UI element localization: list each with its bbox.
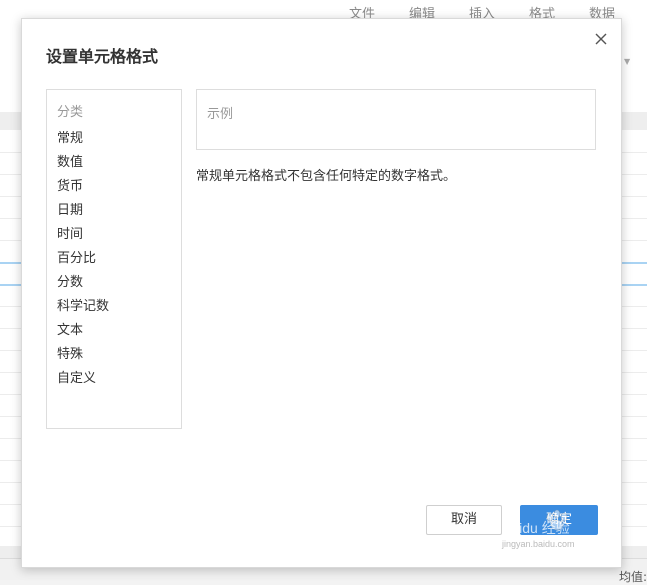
- category-list: 常规 数值 货币 日期 时间 百分比 分数 科学记数 文本 特殊 自定义: [57, 129, 109, 393]
- category-panel: 分类 常规 数值 货币 日期 时间 百分比 分数 科学记数 文本 特殊 自定义: [46, 89, 182, 429]
- dialog-overlay: 设置单元格格式 分类 常规 数值 货币 日期 时间 百分比 分数 科学记数 文本…: [0, 0, 647, 579]
- category-item-general[interactable]: 常规: [57, 129, 109, 153]
- cancel-button[interactable]: 取消: [426, 505, 502, 535]
- category-item-special[interactable]: 特殊: [57, 345, 109, 369]
- category-item-currency[interactable]: 货币: [57, 177, 109, 201]
- category-item-text[interactable]: 文本: [57, 321, 109, 345]
- category-item-fraction[interactable]: 分数: [57, 273, 109, 297]
- category-item-percentage[interactable]: 百分比: [57, 249, 109, 273]
- dialog-title: 设置单元格格式: [46, 47, 159, 66]
- category-header: 分类: [57, 105, 84, 120]
- category-item-time[interactable]: 时间: [57, 225, 109, 249]
- preview-box: 示例: [196, 89, 596, 150]
- format-description: 常规单元格格式不包含任何特定的数字格式。: [196, 169, 457, 184]
- close-icon[interactable]: [593, 31, 609, 47]
- format-cells-dialog: 设置单元格格式 分类 常规 数值 货币 日期 时间 百分比 分数 科学记数 文本…: [21, 18, 622, 568]
- category-item-custom[interactable]: 自定义: [57, 369, 109, 393]
- category-item-scientific[interactable]: 科学记数: [57, 297, 109, 321]
- category-item-date[interactable]: 日期: [57, 201, 109, 225]
- category-item-number[interactable]: 数值: [57, 153, 109, 177]
- ok-button[interactable]: 确定: [520, 505, 598, 535]
- preview-label: 示例: [207, 107, 234, 122]
